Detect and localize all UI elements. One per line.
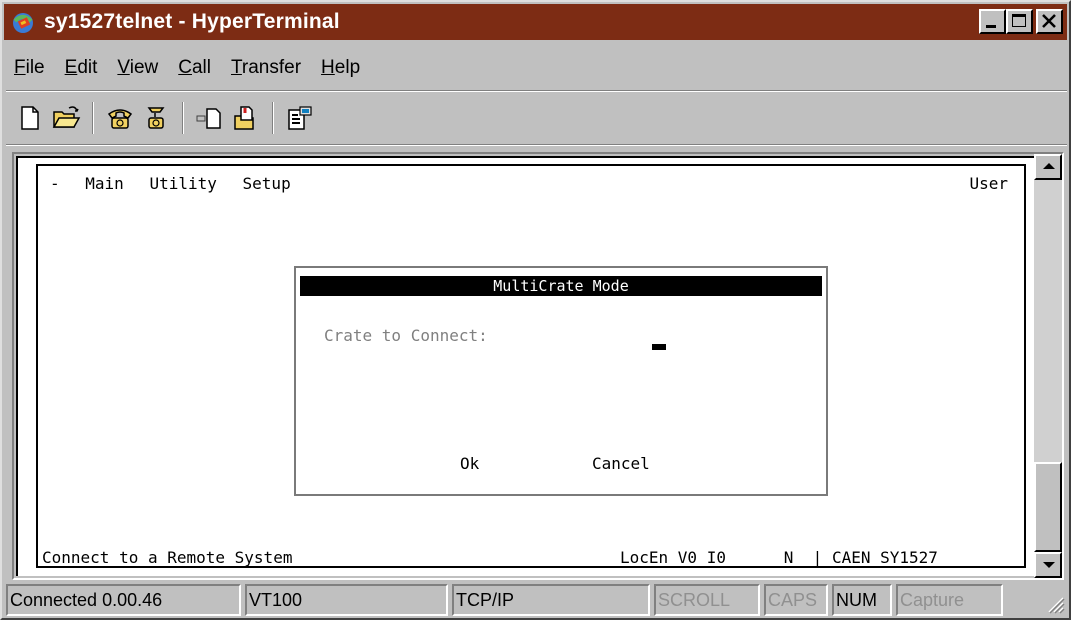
menu-file[interactable]: File bbox=[10, 54, 55, 82]
arrow-down-icon bbox=[1043, 562, 1055, 568]
toolbar-divider-top bbox=[6, 90, 1067, 92]
terminal-menu-user: User bbox=[969, 174, 1008, 193]
status-num: NUM bbox=[832, 584, 892, 616]
crate-input-cursor[interactable] bbox=[652, 344, 666, 350]
menu-file-label: ile bbox=[25, 57, 45, 78]
scroll-thumb[interactable] bbox=[1034, 462, 1062, 552]
menu-file-accelerator: F bbox=[14, 57, 26, 78]
status-connected: Connected 0.00.46 bbox=[6, 584, 241, 616]
menu-edit-accelerator: E bbox=[64, 57, 78, 78]
menu-transfer[interactable]: Transfer bbox=[221, 54, 311, 82]
status-capture: Capture bbox=[896, 584, 1003, 616]
status-bar: Connected 0.00.46 VT100 TCP/IP SCROLL CA… bbox=[6, 584, 1067, 616]
new-document-button[interactable] bbox=[12, 100, 48, 136]
terminal-status-right: LocEn V0 I0 N | CAEN SY1527 bbox=[620, 548, 938, 567]
phone-disconnect-icon bbox=[147, 107, 165, 129]
menu-edit[interactable]: Edit bbox=[55, 54, 108, 82]
status-protocol: TCP/IP bbox=[452, 584, 650, 616]
maximize-icon bbox=[1012, 14, 1026, 27]
dialog-cancel-option: Cancel bbox=[592, 454, 650, 473]
disconnect-button[interactable] bbox=[138, 100, 174, 136]
toolbar-separator bbox=[182, 102, 184, 134]
toolbar-separator bbox=[272, 102, 274, 134]
terminal-menu-dash: - bbox=[50, 174, 60, 193]
properties-button[interactable] bbox=[282, 100, 318, 136]
menu-call[interactable]: Call bbox=[168, 54, 221, 82]
phone-connect-icon bbox=[107, 109, 133, 129]
status-scroll: SCROLL bbox=[654, 584, 760, 616]
menu-help-accelerator: H bbox=[321, 57, 335, 78]
dialog-ok-option: Ok bbox=[460, 454, 480, 473]
menu-help[interactable]: Help bbox=[311, 54, 370, 82]
n-status: N bbox=[783, 548, 794, 567]
menu-bar: File Edit View Call Transfer Help bbox=[10, 54, 370, 82]
open-folder-button[interactable] bbox=[48, 100, 84, 136]
minimize-button[interactable] bbox=[979, 9, 1006, 34]
menu-edit-label: dit bbox=[77, 57, 98, 78]
menu-view-accelerator: V bbox=[117, 57, 130, 78]
close-icon bbox=[1042, 14, 1056, 28]
receive-file-icon bbox=[234, 106, 254, 130]
send-file-button[interactable] bbox=[192, 100, 228, 136]
terminal-menu: - Main Utility Setup bbox=[50, 174, 307, 193]
properties-icon bbox=[288, 106, 312, 130]
toolbar bbox=[12, 98, 318, 138]
terminal-menu-setup: Setup bbox=[242, 174, 291, 193]
terminal-status-left: Connect to a Remote System bbox=[42, 548, 293, 567]
menu-transfer-label: ransfer bbox=[241, 57, 302, 78]
menu-transfer-accelerator: T bbox=[231, 57, 242, 78]
toolbar-separator bbox=[92, 102, 94, 134]
menu-view[interactable]: View bbox=[107, 54, 168, 82]
terminal-menu-main: Main bbox=[85, 174, 124, 193]
resize-grip-icon[interactable] bbox=[1043, 592, 1065, 614]
menu-call-accelerator: C bbox=[178, 57, 192, 78]
vertical-scrollbar[interactable] bbox=[1034, 154, 1062, 578]
title-bar[interactable]: sy1527telnet - HyperTerminal bbox=[4, 4, 1067, 40]
status-separator: | bbox=[812, 548, 823, 567]
menu-view-label: iew bbox=[129, 57, 159, 78]
arrow-up-icon bbox=[1043, 163, 1055, 169]
minimize-icon bbox=[986, 25, 996, 28]
menu-help-label: elp bbox=[334, 57, 361, 78]
hyperterminal-window: sy1527telnet - HyperTerminal File Edit V… bbox=[0, 0, 1071, 620]
scroll-up-button[interactable] bbox=[1034, 154, 1062, 180]
toolbar-divider-bottom bbox=[6, 144, 1067, 146]
window-controls bbox=[979, 9, 1063, 34]
menu-call-label: all bbox=[191, 57, 211, 78]
terminal-screen[interactable]: - Main Utility Setup User MultiCrate Mod… bbox=[16, 156, 1034, 576]
open-folder-icon bbox=[52, 106, 81, 128]
scroll-down-button[interactable] bbox=[1034, 552, 1062, 578]
window-title: sy1527telnet - HyperTerminal bbox=[44, 10, 340, 33]
terminal-menu-utility: Utility bbox=[149, 174, 217, 193]
system-name: CAEN SY1527 bbox=[831, 548, 938, 567]
multicrate-dialog: MultiCrate Mode Crate to Connect: Ok Can… bbox=[294, 266, 828, 496]
connect-button[interactable] bbox=[102, 100, 138, 136]
status-emulation: VT100 bbox=[245, 584, 448, 616]
close-button[interactable] bbox=[1036, 9, 1063, 34]
new-document-icon bbox=[21, 106, 39, 130]
status-caps: CAPS bbox=[764, 584, 828, 616]
locen-status: LocEn V0 I0 bbox=[620, 548, 726, 567]
hyperterminal-app-icon[interactable] bbox=[10, 9, 36, 35]
send-file-icon bbox=[196, 108, 221, 129]
maximize-button[interactable] bbox=[1006, 9, 1033, 34]
terminal-frame: - Main Utility Setup User MultiCrate Mod… bbox=[12, 152, 1064, 580]
dialog-title: MultiCrate Mode bbox=[300, 276, 822, 296]
receive-file-button[interactable] bbox=[228, 100, 264, 136]
terminal-app-frame: - Main Utility Setup User MultiCrate Mod… bbox=[36, 164, 1026, 568]
crate-to-connect-label: Crate to Connect: bbox=[324, 326, 488, 345]
